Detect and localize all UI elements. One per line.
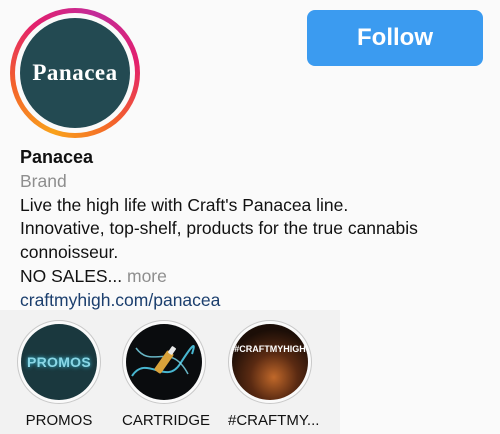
highlight-label: PROMOS [25,412,93,429]
bio-line: Innovative, top-shelf, products for the … [20,218,418,239]
highlight-craftmyhigh[interactable]: #CRAFTMYHIGH #CRAFTMY... [228,320,320,429]
avatar-logo-text: Panacea [32,60,118,85]
profile-bio: Panacea Brand Live the high life with Cr… [20,146,490,313]
avatar-story-ring-gap: Panacea [15,13,135,133]
highlight-ring: #CRAFTMYHIGH [228,320,312,404]
highlight-cover-text: PROMOS [26,354,92,370]
highlight-label: #CRAFTMY... [228,412,320,429]
highlight-cover-text: #CRAFTMYHIGH [234,344,306,354]
profile-website-link[interactable]: craftmyhigh.com/panacea [20,290,220,310]
more-link[interactable]: more [127,266,167,286]
profile-category: Brand [20,170,67,191]
follow-button[interactable]: Follow [307,10,483,66]
vape-cartridge-icon [131,345,195,377]
highlight-ring [122,320,206,404]
bio-truncated-text: NO SALES... [20,265,123,286]
highlight-cover [126,324,202,400]
highlight-cartridge[interactable]: CARTRIDGE [122,320,211,429]
story-highlights: PROMOS PROMOS CARTRIDGE #CRAFTMYHIGH #CR… [0,310,340,434]
bio-line-truncated: NO SALES... more [20,265,490,289]
highlight-ring: PROMOS [17,320,101,404]
avatar-logo: Panacea [20,18,130,128]
profile-avatar[interactable]: Panacea [10,8,140,138]
highlight-cover: #CRAFTMYHIGH [232,324,308,400]
highlight-label: CARTRIDGE [122,412,211,429]
highlight-cover: PROMOS [21,324,97,400]
highlight-promos[interactable]: PROMOS PROMOS [17,320,101,429]
profile-name: Panacea [20,147,94,167]
bio-line: Live the high life with Craft's Panacea … [20,194,349,215]
bio-line: connoisseur. [20,242,119,263]
